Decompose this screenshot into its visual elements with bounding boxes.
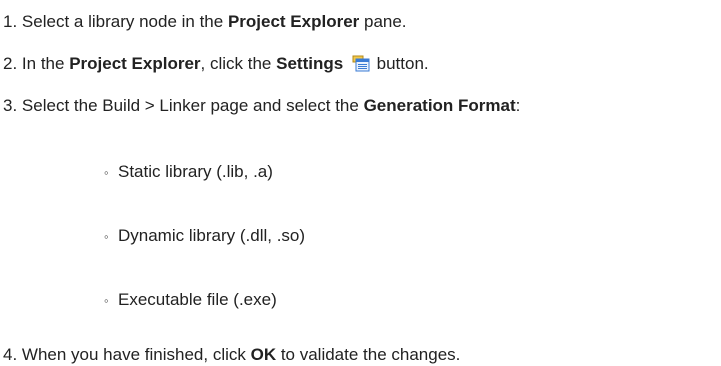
step-4: 4. When you have finished, click OK to v…: [3, 344, 460, 366]
step-2-text-b: , click the: [200, 54, 277, 73]
option-label: Executable file (.exe): [118, 290, 277, 309]
option-bullet: ◦: [104, 293, 109, 308]
option-label: Static library (.lib, .a): [118, 162, 273, 181]
step-4-ok: OK: [250, 345, 277, 364]
step-4-text-b: to validate the changes.: [276, 345, 461, 364]
step-4-number: 4.: [3, 345, 18, 364]
option-static-library: ◦ Static library (.lib, .a): [104, 161, 273, 184]
step-3-number: 3.: [3, 96, 18, 115]
step-2-text-a: In the: [21, 54, 70, 73]
step-3-generation-format: Generation Format: [363, 96, 516, 115]
settings-icon: [352, 55, 370, 72]
step-1-text-b: pane.: [359, 12, 407, 31]
step-2-settings: Settings: [276, 54, 344, 73]
instruction-document: 1. Select a library node in the Project …: [0, 0, 721, 366]
step-3-text-b: :: [515, 96, 521, 115]
step-3-text-a: Select the Build > Linker page and selec…: [21, 96, 364, 115]
option-bullet: ◦: [104, 165, 109, 180]
step-2-project-explorer: Project Explorer: [69, 54, 201, 73]
step-2: 2. In the Project Explorer, click the Se…: [3, 53, 429, 75]
step-3: 3. Select the Build > Linker page and se…: [3, 95, 520, 117]
step-2-text-c: button.: [376, 54, 429, 73]
step-2-number: 2.: [3, 54, 18, 73]
step-1-number: 1.: [3, 12, 18, 31]
step-1-project-explorer: Project Explorer: [227, 12, 360, 31]
option-label: Dynamic library (.dll, .so): [118, 226, 306, 245]
step-1-text-a: Select a library node in the: [21, 12, 228, 31]
option-executable-file: ◦ Executable file (.exe): [104, 289, 277, 312]
step-4-text-a: When you have finished, click: [21, 345, 251, 364]
option-bullet: ◦: [104, 229, 109, 244]
option-dynamic-library: ◦ Dynamic library (.dll, .so): [104, 225, 305, 248]
step-1: 1. Select a library node in the Project …: [3, 11, 407, 33]
